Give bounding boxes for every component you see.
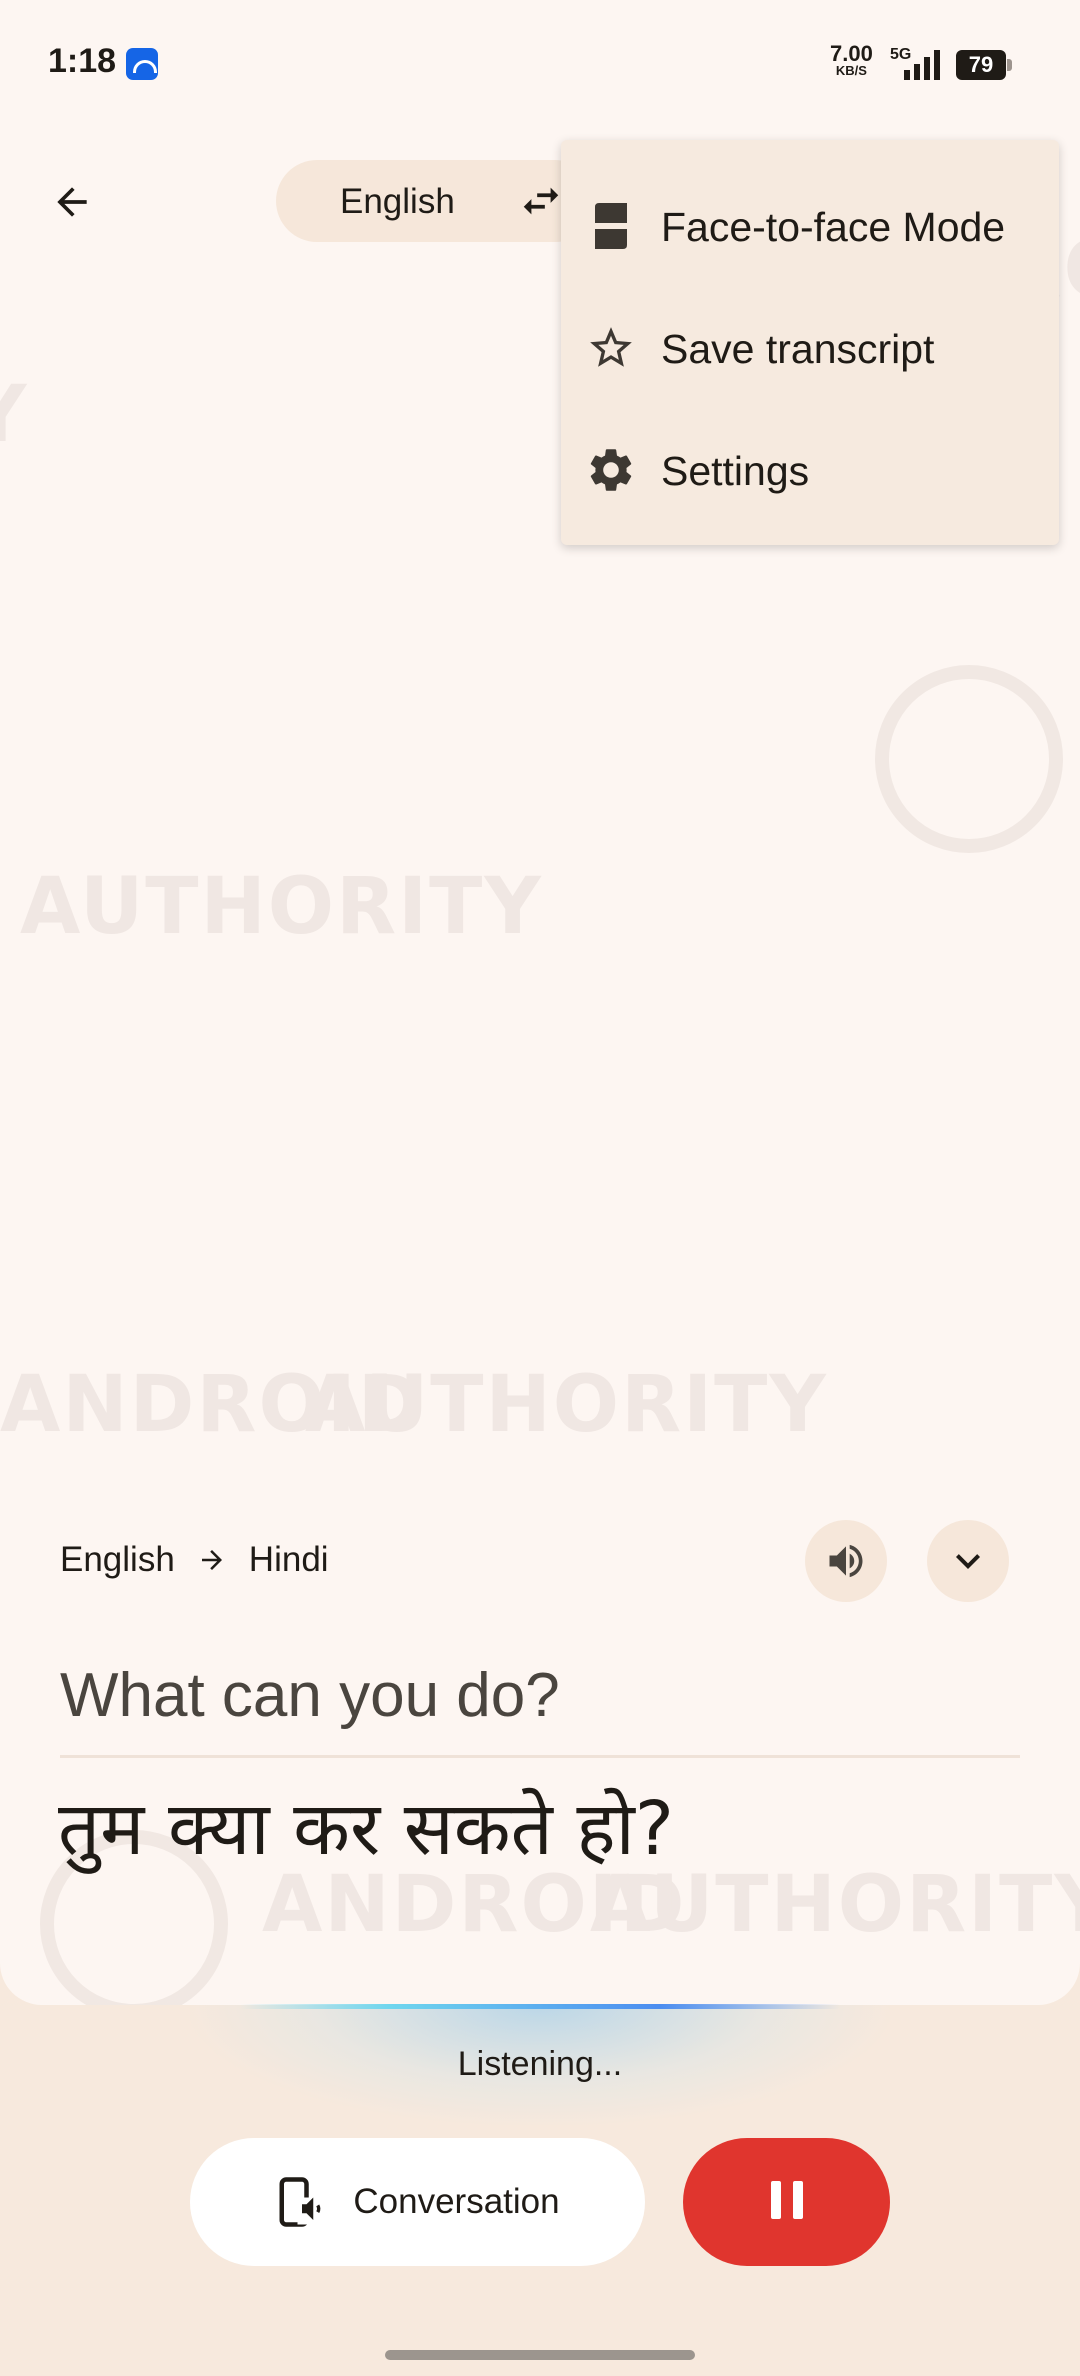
status-time: 1:18 <box>48 42 117 80</box>
translated-text: तुम क्या कर सकते हो? <box>58 1786 675 1872</box>
conversation-phone-icon <box>279 2177 325 2227</box>
home-indicator[interactable] <box>385 2350 695 2360</box>
status-bar: 1:18 7.00 KB/S 5G 79 <box>0 0 1080 130</box>
menu-item-face-to-face[interactable]: Face-to-face Mode <box>561 170 1059 280</box>
notification-app-icon <box>126 48 158 80</box>
swap-arrows-icon[interactable] <box>516 178 566 229</box>
star-icon <box>583 320 639 376</box>
watermark-logo <box>875 665 1063 853</box>
conversation-button[interactable]: Conversation <box>190 2138 645 2266</box>
listening-status: Listening... <box>457 2045 623 2083</box>
battery-icon: 79 <box>956 50 1012 80</box>
language-selector[interactable]: English <box>276 160 596 242</box>
speak-button[interactable] <box>805 1520 887 1602</box>
menu-item-label: Save transcript <box>661 326 935 372</box>
face-to-face-icon <box>583 198 639 254</box>
watermark: AUTHORITY <box>20 862 543 952</box>
pause-button[interactable] <box>683 2138 890 2266</box>
to-language: Hindi <box>248 1540 329 1579</box>
signal-icon <box>904 50 944 80</box>
pause-icon <box>765 2180 809 2224</box>
menu-item-save-transcript[interactable]: Save transcript <box>561 292 1059 402</box>
chevron-down-icon <box>956 1554 980 1569</box>
overflow-menu: Face-to-face Mode Save transcript Settin… <box>561 140 1059 545</box>
menu-item-settings[interactable]: Settings <box>561 414 1059 524</box>
listening-indicator <box>240 2004 840 2009</box>
arrow-right-icon <box>201 1550 222 1570</box>
from-language: English <box>60 1540 175 1579</box>
speaker-icon <box>829 1544 863 1578</box>
menu-item-label: Settings <box>661 448 810 494</box>
back-button[interactable] <box>40 170 104 234</box>
gear-icon <box>583 442 639 498</box>
source-language-label: English <box>340 182 455 221</box>
network-speed: 7.00 KB/S <box>830 41 873 78</box>
watermark: Y <box>0 370 28 460</box>
source-text: What can you do? <box>60 1661 560 1730</box>
conversation-label: Conversation <box>353 2182 560 2221</box>
arrow-left-icon <box>57 187 87 217</box>
language-direction: English Hindi <box>60 1540 329 1580</box>
menu-item-label: Face-to-face Mode <box>661 204 1006 250</box>
watermark: AUTHORITY <box>305 1360 828 1450</box>
collapse-button[interactable] <box>927 1520 1009 1602</box>
divider <box>60 1755 1020 1758</box>
